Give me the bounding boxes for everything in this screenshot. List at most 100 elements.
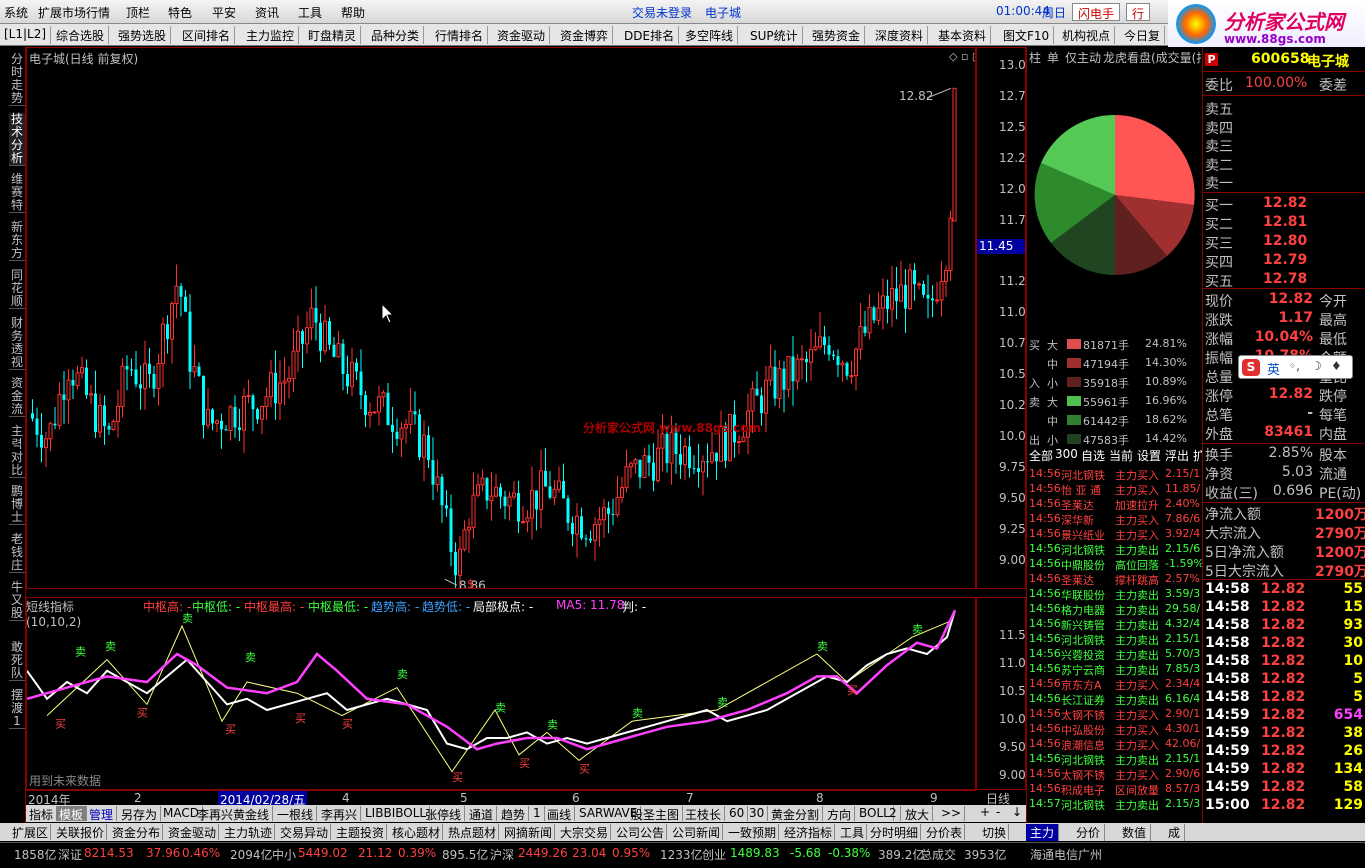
monitor-item[interactable]: 14:56 深华新 主力买入 7.86/6	[1027, 512, 1203, 527]
broker-server[interactable]: 海通电信广州	[1030, 846, 1102, 863]
toolbar-item[interactable]: 多空阵线	[681, 26, 739, 44]
bt-item[interactable]: 画线	[544, 806, 576, 822]
rb-tab[interactable]: 分价	[1072, 824, 1106, 841]
tab-baidu[interactable]: 摆渡1	[9, 689, 25, 729]
toolbar-item[interactable]: 品种分类	[367, 26, 425, 44]
monitor-item[interactable]: 14:56 京东方A 主力买入 2.34/4	[1027, 677, 1203, 692]
ext-tab[interactable]: 交易异动	[278, 824, 332, 840]
monitor-item[interactable]: 14:56 河北钢铁 主力卖出 2.15/1	[1027, 632, 1203, 647]
toolbar-item[interactable]: 强势选股	[114, 26, 172, 44]
monitor-item[interactable]: 14:57 河北钢铁 主力卖出 2.15/3	[1027, 797, 1203, 812]
menu-news[interactable]: 资讯	[255, 4, 279, 21]
indicator-panel[interactable]: 卖卖卖卖卖卖卖卖卖卖卖买买买买买买买买买 用到未来数据	[26, 597, 976, 790]
tab-timeshare[interactable]: 分时走势	[9, 53, 25, 106]
bid-row[interactable]: 买二 12.81	[1205, 214, 1365, 233]
bt-item[interactable]: 李再兴	[318, 806, 362, 822]
toolbar-item[interactable]: SUP统计	[746, 26, 803, 44]
tab-finance[interactable]: 财务透视	[9, 317, 25, 370]
sz-label[interactable]: 深证	[58, 846, 82, 863]
filter-settings[interactable]: 设置	[1137, 447, 1161, 464]
hs-label[interactable]: 沪深	[490, 846, 514, 863]
bt-item[interactable]: 王枝长	[682, 806, 726, 822]
toolbar-item[interactable]: 基本资料	[934, 26, 992, 44]
monitor-item[interactable]: 14:56 长江证券 主力卖出 6.16/4	[1027, 692, 1203, 707]
filter-float[interactable]: 浮出	[1165, 447, 1189, 464]
monitor-item[interactable]: 14:56 怡 亚 通 主力买入 11.85/	[1027, 482, 1203, 497]
trade-button[interactable]: 行	[1126, 3, 1151, 21]
monitor-item[interactable]: 14:56 河北钢铁 主力卖出 2.15/1	[1027, 752, 1203, 767]
bt-saveas[interactable]: 另存为	[118, 806, 162, 822]
bid-row[interactable]: 买一 12.82	[1205, 195, 1365, 214]
ext-tab[interactable]: 网摘新闻	[502, 824, 556, 840]
ext-tab[interactable]: 大宗交易	[558, 824, 612, 840]
tab-technical[interactable]: 技术分析	[9, 113, 25, 166]
monitor-item[interactable]: 14:56 圣莱达 加速拉升 2.40%	[1027, 497, 1203, 512]
ext-tab[interactable]: 分价表	[924, 824, 966, 840]
tab-xindongfang[interactable]: 新东方	[9, 221, 25, 261]
toolbar-item[interactable]: 主力监控	[242, 26, 300, 44]
monitor-item[interactable]: 14:56 积成电子 区间放量 8.57/3	[1027, 782, 1203, 797]
bt-item[interactable]: 方向	[824, 806, 856, 822]
moon-icon[interactable]: ☽	[1311, 359, 1322, 373]
toolbar-item[interactable]: 图文F10	[999, 26, 1055, 44]
bt-item[interactable]: 股圣主图	[628, 806, 684, 822]
monitor-item[interactable]: 14:56 新兴铸管 主力卖出 4.32/4	[1027, 617, 1203, 632]
ext-tab[interactable]: 资金驱动	[166, 824, 220, 840]
monitor-item[interactable]: 14:56 浪潮信息 主力买入 42.06/	[1027, 737, 1203, 752]
ime-mode[interactable]: 英	[1267, 359, 1280, 378]
flow-tab[interactable]: 龙虎看盘(成交量(按	[1103, 49, 1201, 66]
ext-tab[interactable]: 关联报价	[54, 824, 108, 840]
monitor-item[interactable]: 14:56 格力电器 主力卖出 29.58/	[1027, 602, 1203, 617]
toolbar-item[interactable]: 区间排名	[178, 26, 236, 44]
bid-row[interactable]: 买三 12.80	[1205, 233, 1365, 252]
zx-label[interactable]: 中小	[272, 846, 296, 863]
ext-tab[interactable]: 热点题材	[446, 824, 500, 840]
toolbar-item[interactable]: 深度资料	[871, 26, 929, 44]
menu-pingan[interactable]: 平安	[212, 4, 236, 21]
tab-niuyougu[interactable]: 牛又股	[9, 581, 25, 621]
bt-template[interactable]: 模板	[56, 806, 88, 822]
toolbar-item[interactable]: 资金驱动	[493, 26, 551, 44]
bt-item[interactable]: 放大	[902, 806, 934, 822]
bt-item[interactable]: 30	[746, 806, 769, 821]
bt-item[interactable]: 一根线	[274, 806, 318, 822]
flow-tab[interactable]: 单	[1047, 49, 1059, 66]
menu-tools[interactable]: 工具	[298, 4, 322, 21]
monitor-item[interactable]: 14:56 圣莱达 撑杆跳高 2.57%	[1027, 572, 1203, 587]
monitor-item[interactable]: 14:56 兴蓉投资 主力卖出 5.70/3	[1027, 647, 1203, 662]
filter-current[interactable]: 当前	[1109, 447, 1133, 464]
zoom-controls[interactable]: + - ↓	[976, 805, 1026, 822]
menu-top[interactable]: 顶栏	[126, 4, 150, 21]
bt-item[interactable]: 1	[530, 806, 545, 821]
bt-item[interactable]: LIBBIBOLL	[362, 806, 431, 821]
cy-label[interactable]: 创业	[702, 846, 726, 863]
toolbar-item[interactable]: 机构视点	[1058, 26, 1116, 44]
ext-tab[interactable]: 分时明细	[868, 824, 922, 840]
chart-window-icon[interactable]: ◇ ▫ ▢	[949, 50, 975, 63]
bt-item[interactable]: 趋势	[498, 806, 530, 822]
bid-row[interactable]: 买四 12.79	[1205, 252, 1365, 271]
ext-tab[interactable]: 核心题材	[390, 824, 444, 840]
toolbar-item[interactable]: 强势资金	[808, 26, 866, 44]
rb-tab[interactable]: 成	[1164, 824, 1186, 841]
ext-tab[interactable]: 扩展区	[10, 824, 52, 840]
bt-indicator[interactable]: 指标	[26, 806, 58, 822]
zoom-out-icon[interactable]: -	[996, 805, 1000, 819]
ext-tab[interactable]: 公司新闻	[670, 824, 724, 840]
indicator-name[interactable]: 短线指标(10,10,2)	[26, 598, 81, 629]
tab-pengboshi[interactable]: 鹏博士	[9, 485, 25, 525]
menu-help[interactable]: 帮助	[341, 4, 365, 21]
menu-extended-market[interactable]: 扩展市场行情	[38, 4, 110, 21]
monitor-item[interactable]: 14:56 河北钢铁 主力买入 2.15/1	[1027, 467, 1203, 482]
flow-tab[interactable]: 仅主动	[1065, 49, 1101, 66]
bt-item[interactable]: 张停线	[422, 806, 466, 822]
skin-icon[interactable]: ♦	[1331, 359, 1342, 373]
tab-capital-flow[interactable]: 资金流	[9, 377, 25, 417]
menu-system[interactable]: 系统	[4, 4, 28, 21]
filter-all[interactable]: 全部	[1029, 447, 1053, 464]
ext-tab[interactable]: 一致预期	[726, 824, 780, 840]
toolbar-item[interactable]: 今日复	[1120, 26, 1166, 44]
bt-item[interactable]: 60	[726, 806, 749, 821]
ext-tab[interactable]: 公司公告	[614, 824, 668, 840]
rb-tab[interactable]: 数值	[1118, 824, 1152, 841]
